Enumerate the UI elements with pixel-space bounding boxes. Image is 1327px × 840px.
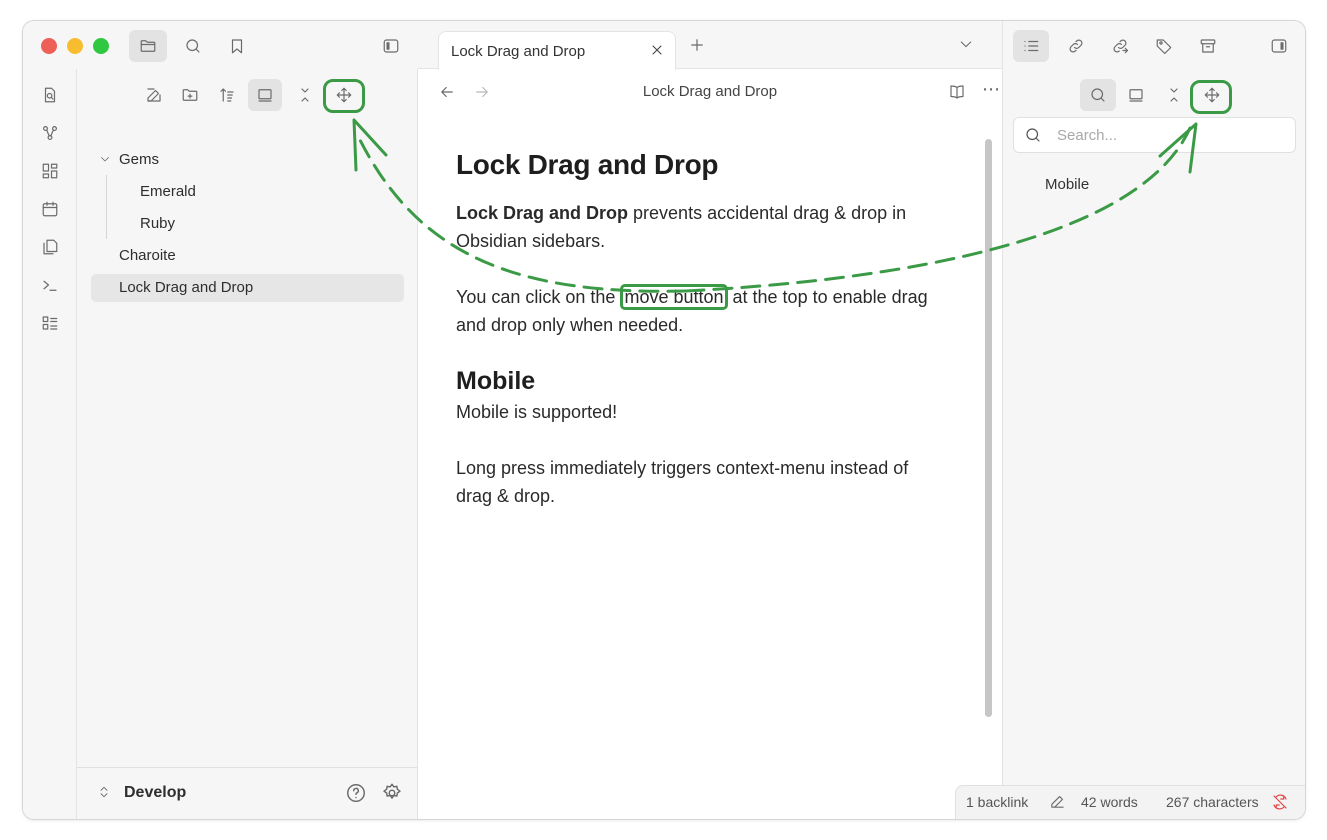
outgoing-link-icon [1113,39,1129,54]
sidebar-left-icon [383,39,399,53]
tree-file-emerald[interactable]: Emerald [140,178,196,206]
view-header-title[interactable]: Lock Drag and Drop [418,83,1002,100]
archive-icon [1200,39,1216,53]
tree-folder-gems[interactable]: Gems [119,146,159,174]
tab-list-chevron-icon[interactable] [958,36,974,52]
chevron-down-icon[interactable] [99,153,111,165]
outline-search-input[interactable]: Search... [1013,117,1296,153]
status-bar: 1 backlink 42 words 267 characters [955,785,1305,819]
tab-bar: Lock Drag and Drop [418,21,1002,70]
reading-view-book-icon[interactable] [948,83,966,101]
toggle-left-sidebar-button[interactable] [372,30,410,62]
settings-gear-icon[interactable] [381,782,403,804]
close-tab-icon[interactable] [649,42,665,58]
archive-view-button[interactable] [1190,30,1226,62]
bookmarks-view-button[interactable] [218,30,256,62]
backlinks-view-button[interactable] [1058,30,1094,62]
move-button-highlight [323,79,365,113]
canvas-icon[interactable] [39,160,61,182]
graph-view-icon[interactable] [39,122,61,144]
tree-file-ruby[interactable]: Ruby [140,210,175,238]
command-palette-icon[interactable] [39,274,61,296]
templates-icon[interactable] [39,236,61,258]
search-icon [1091,88,1105,102]
reveal-icon [258,89,272,102]
folder-plus-icon [182,89,198,101]
search-icon [1024,126,1042,144]
backlink-icon [1069,39,1083,53]
calendar-icon[interactable] [39,198,61,220]
view-header: Lock Drag and Drop ⋯ [418,69,1002,117]
move-button-highlight [1190,80,1232,114]
quick-switcher-icon[interactable] [39,84,61,106]
minimize-window-button[interactable] [67,38,83,54]
new-note-button[interactable] [137,79,171,111]
paragraph-text: You can click on the [456,287,621,307]
note-paragraph-2: You can click on the move button at the … [456,283,946,339]
tags-view-button[interactable] [1146,30,1182,62]
pencil-icon[interactable] [1049,793,1066,810]
outline-list-icon[interactable] [39,312,61,334]
search-icon [186,39,200,53]
close-window-button[interactable] [41,38,57,54]
move-button-text-highlight: move button [620,284,728,310]
editor-pane: Lock Drag and Drop Lock Drag and Drop ⋯ … [418,21,1002,819]
tree-guide-line [106,175,107,239]
character-count: 267 characters [1166,794,1259,810]
mobile-heading: Mobile [456,367,536,395]
search-placeholder: Search... [1057,127,1118,144]
sort-button[interactable] [210,79,244,111]
tree-file-charoite[interactable]: Charoite [119,242,176,270]
search-toggle-button[interactable] [1080,79,1116,111]
toggle-right-sidebar-button[interactable] [1261,30,1297,62]
collapse-all-button[interactable] [1156,79,1192,111]
new-tab-plus-icon[interactable] [688,36,706,54]
maximize-window-button[interactable] [93,38,109,54]
edit-icon [147,88,161,102]
auto-expand-button[interactable] [1118,79,1154,111]
collapse-icon [1170,88,1178,102]
note-paragraph-4: Long press immediately triggers context-… [456,458,909,506]
folder-icon [140,40,156,52]
new-folder-button[interactable] [173,79,207,111]
reveal-icon [1129,89,1143,102]
chevron-up-down-icon[interactable] [97,785,111,799]
outline-item-mobile[interactable]: Mobile [1045,176,1089,193]
outgoing-links-view-button[interactable] [1102,30,1138,62]
collapse-icon [301,88,309,102]
tree-file-lock-drag-and-drop[interactable]: Lock Drag and Drop [91,274,404,302]
collapse-all-button[interactable] [288,79,322,111]
tag-icon [1156,39,1172,55]
file-explorer: Gems Emerald Ruby Charoite Lock Drag and… [77,69,418,819]
sync-off-icon[interactable] [1271,793,1289,811]
tab-title: Lock Drag and Drop [451,43,586,60]
note-paragraph-1: Lock Drag and Drop prevents accidental d… [456,199,946,255]
sort-icon [220,88,234,102]
list-icon [1024,40,1039,52]
word-count: 42 words [1081,794,1138,810]
sidebar-right-icon [1271,39,1287,53]
note-paragraph-3: Mobile is supported! [456,402,618,422]
outline-view-button[interactable] [1013,30,1049,62]
bold-plugin-name: Lock Drag and Drop [456,203,629,223]
left-header [23,21,418,69]
vault-switcher-bar: Develop [77,767,417,819]
search-view-button[interactable] [174,30,212,62]
tab-lock-drag-and-drop[interactable]: Lock Drag and Drop [438,31,676,70]
app-window: Gems Emerald Ruby Charoite Lock Drag and… [22,20,1306,820]
ribbon [23,69,77,819]
bookmark-icon [231,39,243,54]
files-view-button[interactable] [129,30,167,62]
editor-scrollbar[interactable] [985,139,992,717]
backlink-count[interactable]: 1 backlink [966,794,1028,810]
more-options-icon[interactable]: ⋯ [982,79,1001,100]
help-icon[interactable] [345,782,367,804]
vault-name[interactable]: Develop [124,784,186,802]
auto-reveal-button[interactable] [248,79,282,111]
right-sidebar: Search... Mobile 1 backlink 42 words 267… [955,21,1305,819]
note-heading: Lock Drag and Drop [456,149,719,180]
note-content: Lock Drag and Drop Lock Drag and Drop pr… [456,149,946,538]
